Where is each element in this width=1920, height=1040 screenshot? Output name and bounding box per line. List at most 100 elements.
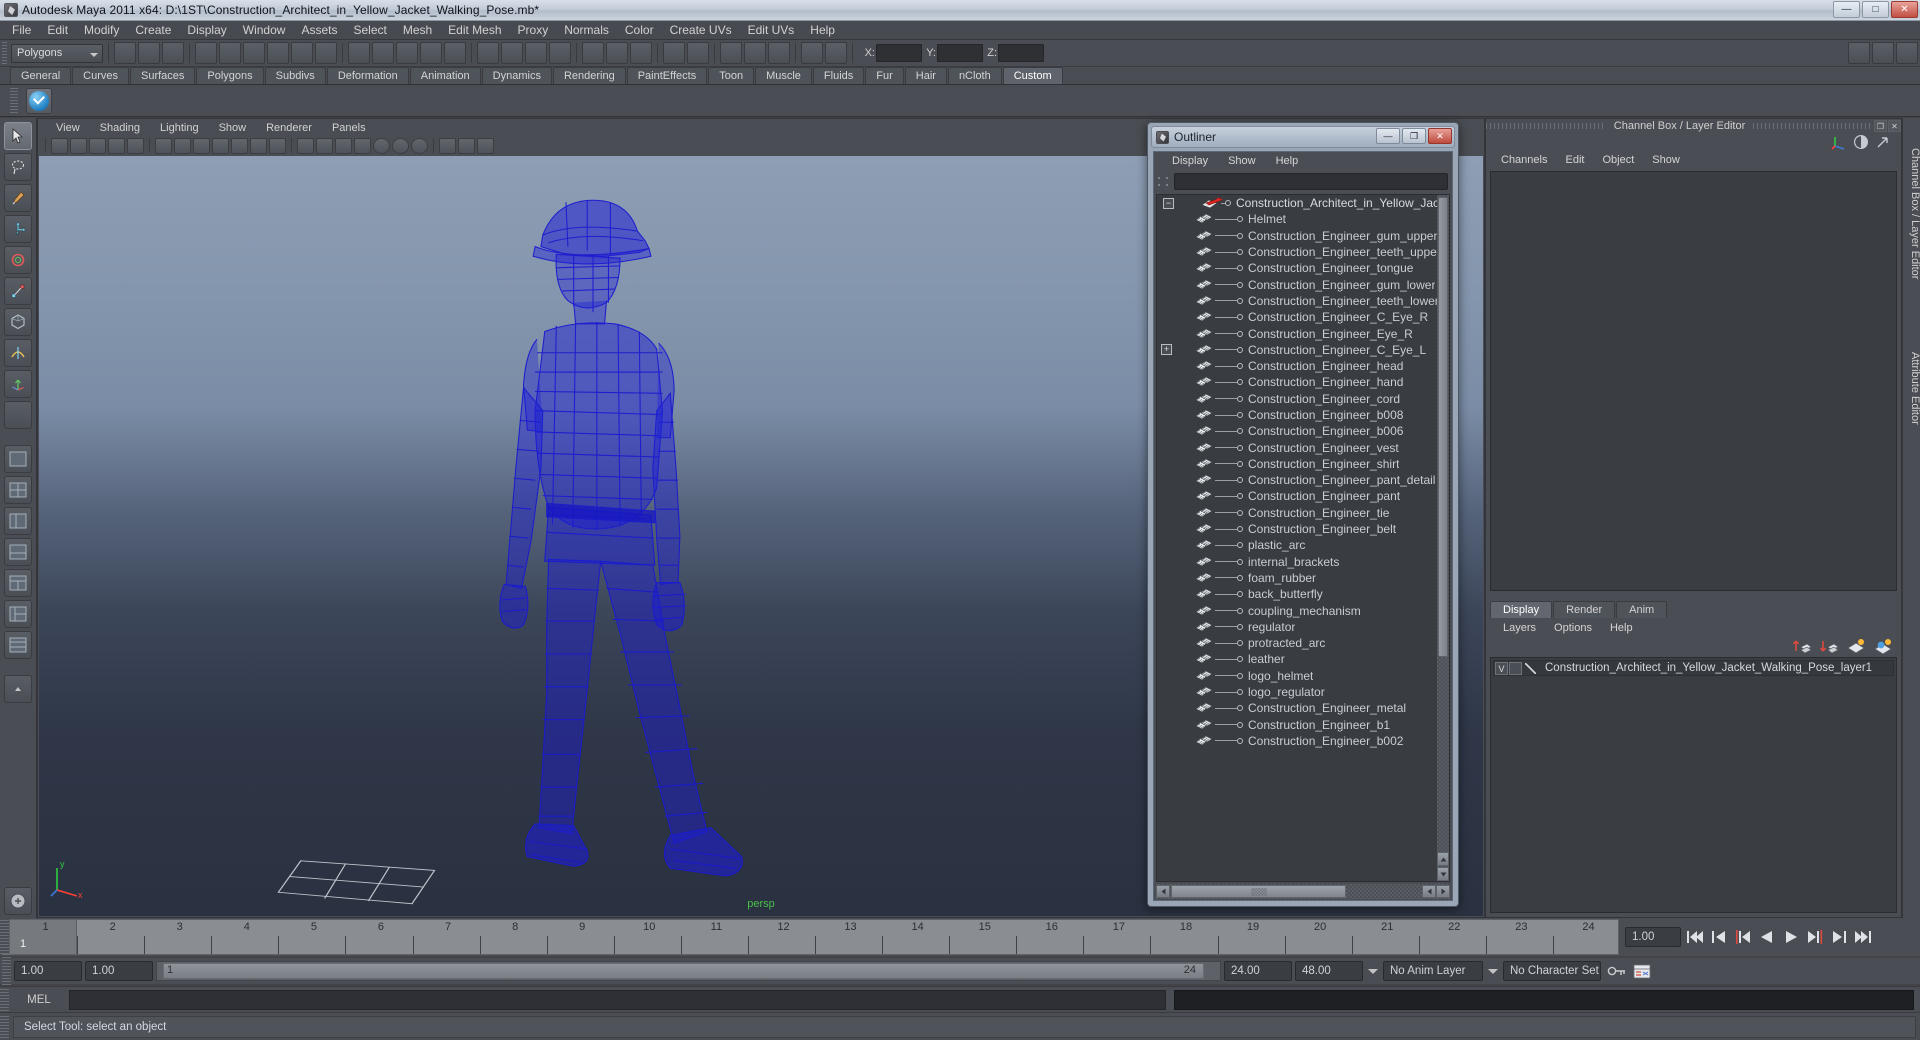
shelf-tab-subdivs[interactable]: Subdivs: [265, 67, 326, 84]
image-plane-icon[interactable]: [108, 138, 125, 154]
custom-shelf-checkmark-icon[interactable]: [26, 88, 52, 114]
shelf-tab-animation[interactable]: Animation: [410, 67, 481, 84]
soft-modification-tool-button[interactable]: [4, 339, 32, 367]
outliner-item[interactable]: Construction_Engineer_pant: [1157, 488, 1437, 504]
command-line-grip[interactable]: [0, 989, 9, 1011]
outliner-item[interactable]: back_butterfly: [1157, 586, 1437, 602]
move-layer-up-icon[interactable]: [1792, 638, 1812, 654]
anim-layer-dropdown-caret-icon[interactable]: [1368, 969, 1378, 974]
layer-editor-menu-layers[interactable]: Layers: [1494, 622, 1545, 634]
channel-box-attribute-list[interactable]: [1490, 171, 1897, 591]
lasso-tool-button[interactable]: [4, 153, 32, 181]
two-d-pan-zoom-icon[interactable]: [127, 138, 144, 154]
select-by-component-type-icon[interactable]: [162, 42, 184, 64]
resolution-gate-icon[interactable]: [193, 138, 210, 154]
shelf-tab-rendering[interactable]: Rendering: [553, 67, 626, 84]
viewport-menu-view[interactable]: View: [46, 122, 90, 134]
coord-x-input[interactable]: [876, 44, 922, 62]
outliner-node-dot-icon[interactable]: [1225, 200, 1231, 206]
outliner-node-dot-icon[interactable]: [1237, 526, 1243, 532]
outliner-node-dot-icon[interactable]: [1237, 493, 1243, 499]
outliner-item[interactable]: logo_helmet: [1157, 668, 1437, 684]
outliner-node-dot-icon[interactable]: [1237, 510, 1243, 516]
outliner-item[interactable]: regulator: [1157, 619, 1437, 635]
quick-layout-persp-graph[interactable]: [4, 538, 32, 566]
outliner-minimize-button[interactable]: —: [1376, 128, 1400, 144]
close-panel-button[interactable]: ✕: [1888, 120, 1901, 132]
step-forward-key-button[interactable]: [1805, 928, 1825, 947]
snap-to-curves-icon[interactable]: [372, 42, 394, 64]
outliner-node-dot-icon[interactable]: [1237, 640, 1243, 646]
toolbar-grip[interactable]: [2, 42, 7, 64]
menu-item-edit[interactable]: Edit: [39, 22, 76, 39]
outliner-node-dot-icon[interactable]: [1237, 445, 1243, 451]
anim-layer-selector[interactable]: No Anim Layer: [1383, 961, 1483, 981]
open-scene-icon[interactable]: [582, 42, 604, 64]
character-set-dropdown-caret-icon[interactable]: [1488, 969, 1498, 974]
command-response-field[interactable]: [1174, 990, 1914, 1010]
viewport-menu-lighting[interactable]: Lighting: [150, 122, 209, 134]
outliner-item[interactable]: Helmet: [1157, 211, 1437, 227]
menu-item-normals[interactable]: Normals: [556, 22, 617, 39]
safe-action-icon[interactable]: [250, 138, 267, 154]
play-forwards-button[interactable]: [1781, 928, 1801, 947]
play-backwards-button[interactable]: [1757, 928, 1777, 947]
auto-key-icon[interactable]: [1607, 964, 1627, 978]
film-gate-icon[interactable]: [174, 138, 191, 154]
quick-layout-hypershade-persp[interactable]: [4, 569, 32, 597]
wireframe-shading-icon[interactable]: [297, 138, 314, 154]
create-layer-from-selected-icon[interactable]: [1873, 638, 1893, 654]
outliner-node-dot-icon[interactable]: [1237, 233, 1243, 239]
time-slider[interactable]: 1 12345678910111213141516171819202122232…: [9, 919, 1619, 955]
viewport-menu-panels[interactable]: Panels: [322, 122, 376, 134]
layer-display-type-icon[interactable]: [1523, 662, 1539, 675]
channel-box-menu-channels[interactable]: Channels: [1492, 154, 1556, 166]
help-line-grip[interactable]: [0, 1016, 9, 1038]
half-circle-toggle-icon[interactable]: [1853, 134, 1869, 150]
outliner-item[interactable]: internal_brackets: [1157, 554, 1437, 570]
step-back-frame-button[interactable]: [1709, 928, 1729, 947]
select-by-hierarchy-icon[interactable]: [114, 42, 136, 64]
shelf-grip[interactable]: [10, 88, 18, 114]
range-slider-bar[interactable]: [163, 963, 1204, 979]
side-tab-attribute-editor[interactable]: Attribute Editor: [1903, 318, 1920, 458]
redo-icon[interactable]: [687, 42, 709, 64]
ipr-render-icon[interactable]: [525, 42, 547, 64]
soft-select-icon[interactable]: [825, 42, 847, 64]
scale-tool-button[interactable]: [4, 277, 32, 305]
outliner-item[interactable]: −Construction_Architect_in_Yellow_Jacket…: [1157, 195, 1437, 211]
outliner-node-dot-icon[interactable]: [1237, 575, 1243, 581]
outliner-item[interactable]: Construction_Engineer_b1: [1157, 717, 1437, 733]
outliner-item[interactable]: Construction_Engineer_teeth_upper: [1157, 244, 1437, 260]
outliner-node-dot-icon[interactable]: [1237, 298, 1243, 304]
animation-preferences-icon[interactable]: [1633, 963, 1651, 979]
manipulator-axis-icon[interactable]: [1829, 134, 1847, 150]
lasso-select-icon[interactable]: [744, 42, 766, 64]
outliner-node-dot-icon[interactable]: [1237, 265, 1243, 271]
menu-item-display[interactable]: Display: [179, 22, 234, 39]
display-layer-list[interactable]: VConstruction_Architect_in_Yellow_Jacket…: [1490, 657, 1897, 913]
menu-item-proxy[interactable]: Proxy: [510, 22, 557, 39]
shadows-icon[interactable]: [439, 138, 456, 154]
shelf-tab-dynamics[interactable]: Dynamics: [482, 67, 552, 84]
shelf-tab-surfaces[interactable]: Surfaces: [130, 67, 195, 84]
undo-icon[interactable]: [663, 42, 685, 64]
outliner-node-dot-icon[interactable]: [1237, 461, 1243, 467]
snap-to-grids-icon[interactable]: [348, 42, 370, 64]
animation-start-time-field[interactable]: 1.00: [14, 961, 82, 981]
layer-name[interactable]: Construction_Architect_in_Yellow_Jacket_…: [1539, 662, 1872, 674]
outliner-node-dot-icon[interactable]: [1237, 379, 1243, 385]
outliner-item[interactable]: Construction_Engineer_b002: [1157, 733, 1437, 749]
outliner-node-dot-icon[interactable]: [1237, 282, 1243, 288]
outliner-item[interactable]: Construction_Engineer_tongue: [1157, 260, 1437, 276]
side-tab-channel-box[interactable]: Channel Box / Layer Editor: [1903, 124, 1920, 304]
step-forward-frame-button[interactable]: [1829, 928, 1849, 947]
safe-title-icon[interactable]: [269, 138, 286, 154]
playback-end-time-field[interactable]: 24.00: [1224, 961, 1292, 981]
outliner-node-dot-icon[interactable]: [1237, 656, 1243, 662]
render-settings-icon[interactable]: [549, 42, 571, 64]
grid-toggle-icon[interactable]: [155, 138, 172, 154]
outliner-node-dot-icon[interactable]: [1237, 738, 1243, 744]
xray-icon[interactable]: [458, 138, 475, 154]
outliner-item[interactable]: +Construction_Engineer_C_Eye_L: [1157, 342, 1437, 358]
